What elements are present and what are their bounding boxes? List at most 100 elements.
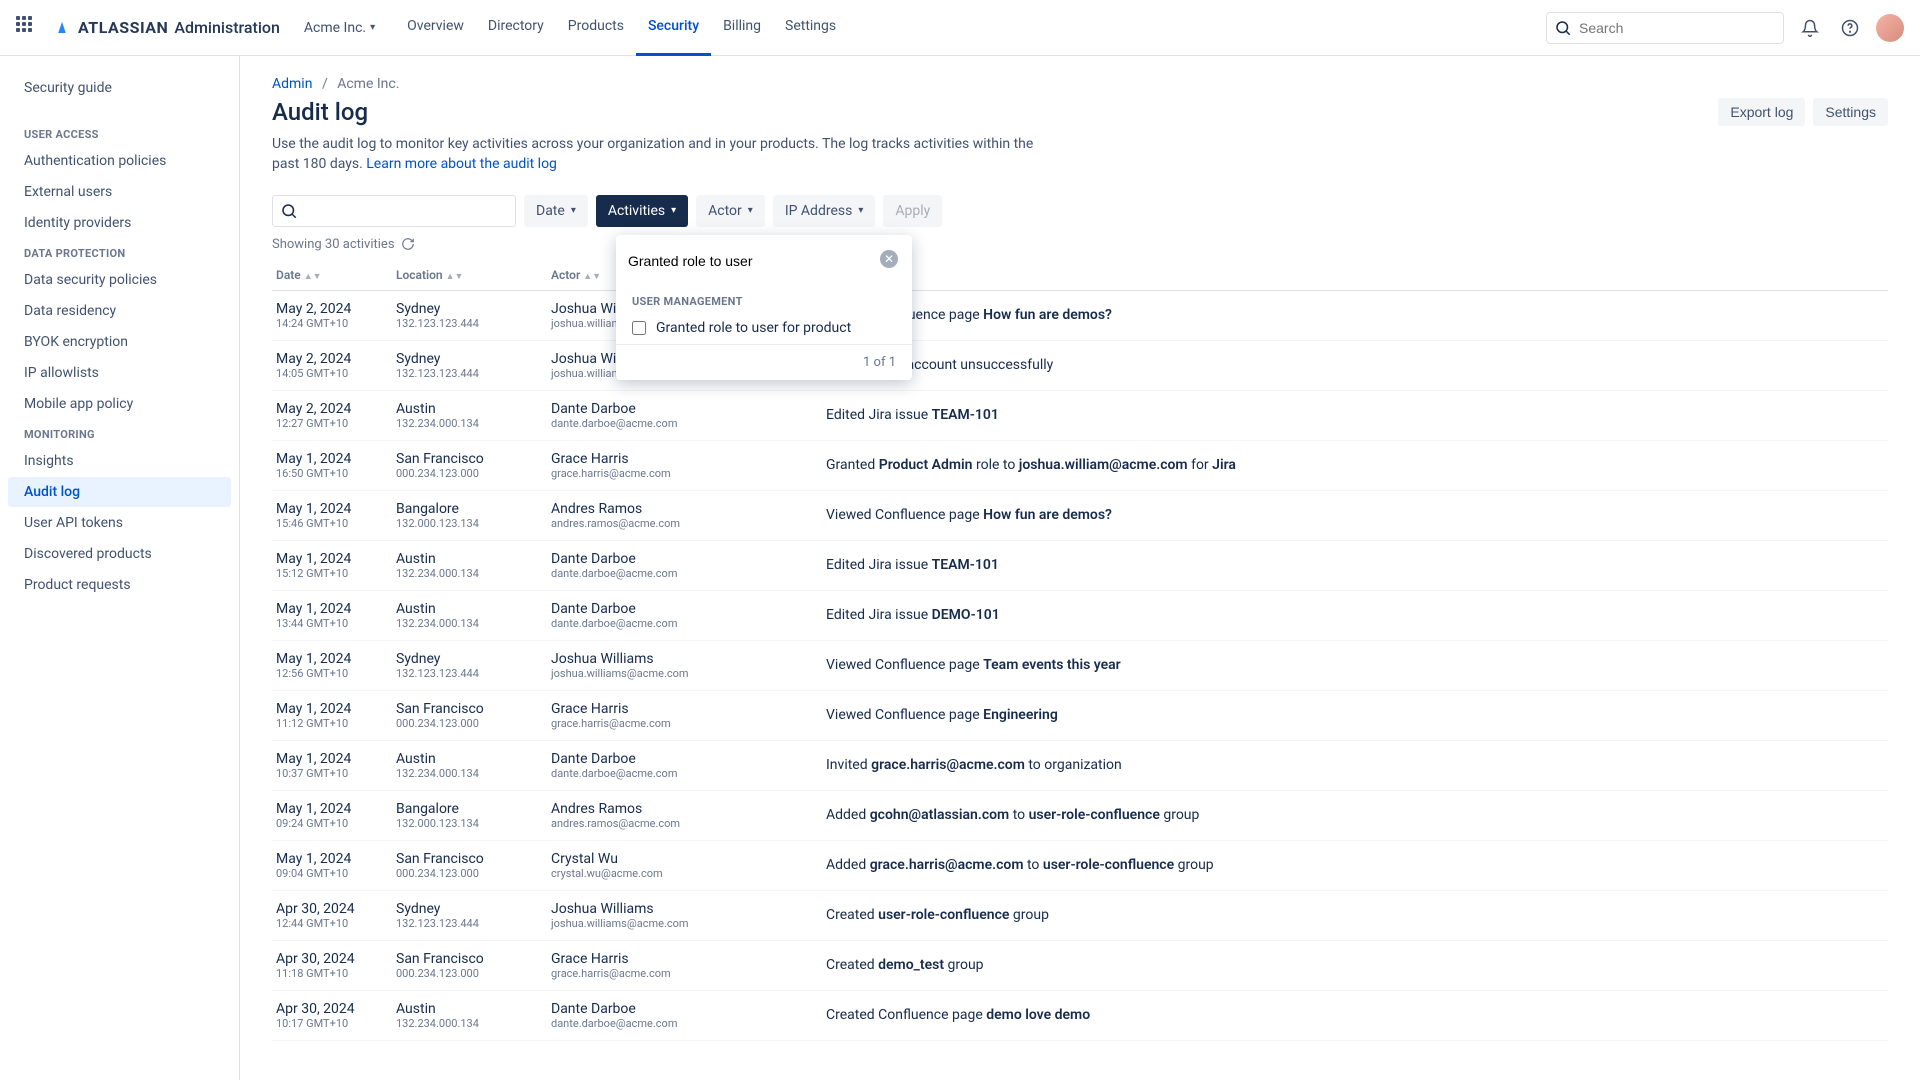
topnav-tab-products[interactable]: Products bbox=[556, 0, 636, 56]
breadcrumb-sep: / bbox=[322, 76, 328, 92]
sidebar-item-data-security-policies[interactable]: Data security policies bbox=[8, 265, 231, 295]
topnav-tab-directory[interactable]: Directory bbox=[476, 0, 556, 56]
settings-button[interactable]: Settings bbox=[1813, 98, 1888, 126]
sidebar-item-discovered-products[interactable]: Discovered products bbox=[8, 539, 231, 569]
table-row: May 1, 202409:24 GMT+10Bangalore132.000.… bbox=[272, 791, 1888, 841]
sidebar-item-mobile-app-policy[interactable]: Mobile app policy bbox=[8, 389, 231, 419]
results-label: Showing 30 activities bbox=[272, 237, 1888, 252]
filter-date[interactable]: Date▾ bbox=[524, 195, 588, 227]
activity-cell: Added grace.harris@acme.com to user-role… bbox=[826, 857, 1884, 873]
sidebar-item-product-requests[interactable]: Product requests bbox=[8, 570, 231, 600]
refresh-icon[interactable] bbox=[401, 237, 415, 251]
table-row: Apr 30, 202410:17 GMT+10Austin132.234.00… bbox=[272, 991, 1888, 1041]
sidebar-section: MONITORING bbox=[8, 420, 231, 445]
activity-cell: Added gcohn@atlassian.com to user-role-c… bbox=[826, 807, 1884, 823]
table-row: Apr 30, 202411:18 GMT+10San Francisco000… bbox=[272, 941, 1888, 991]
activity-cell: Viewed Confluence page How fun are demos… bbox=[826, 307, 1884, 323]
table-row: May 2, 202414:05 GMT+10Sydney132.123.123… bbox=[272, 341, 1888, 391]
topnav-tabs: OverviewDirectoryProductsSecurityBilling… bbox=[395, 0, 848, 56]
activity-cell: Viewed Confluence page How fun are demos… bbox=[826, 507, 1884, 523]
sidebar-section: DATA PROTECTION bbox=[8, 239, 231, 264]
chevron-down-icon: ▾ bbox=[671, 205, 676, 216]
sidebar-item-insights[interactable]: Insights bbox=[8, 446, 231, 476]
main-content: Admin / Acme Inc. Audit log Export log S… bbox=[240, 56, 1920, 1080]
search-icon bbox=[280, 202, 298, 224]
activities-filter-input[interactable] bbox=[628, 245, 900, 277]
table-row: May 1, 202409:04 GMT+10San Francisco000.… bbox=[272, 841, 1888, 891]
table-row: May 1, 202416:50 GMT+10San Francisco000.… bbox=[272, 441, 1888, 491]
learn-more-link[interactable]: Learn more about the audit log bbox=[366, 156, 557, 172]
topnav-tab-security[interactable]: Security bbox=[636, 0, 711, 56]
sidebar-item-byok-encryption[interactable]: BYOK encryption bbox=[8, 327, 231, 357]
chevron-down-icon: ▾ bbox=[748, 205, 753, 216]
activity-cell: Edited Jira issue DEMO-101 bbox=[826, 607, 1884, 623]
export-log-button[interactable]: Export log bbox=[1718, 98, 1805, 126]
topnav-search bbox=[1546, 12, 1784, 44]
activity-cell: Created Confluence page demo love demo bbox=[826, 1007, 1884, 1023]
table-row: May 2, 202412:27 GMT+10Austin132.234.000… bbox=[272, 391, 1888, 441]
activity-cell: Edited Jira issue TEAM-101 bbox=[826, 407, 1884, 423]
chevron-down-icon: ▾ bbox=[571, 205, 576, 216]
app-switcher-icon[interactable] bbox=[16, 16, 40, 40]
sidebar-item-security-guide[interactable]: Security guide bbox=[8, 72, 231, 104]
activities-dropdown: ✕ USER MANAGEMENT Granted role to user f… bbox=[616, 235, 912, 380]
org-switcher[interactable]: Acme Inc. ▾ bbox=[304, 20, 375, 36]
col-location[interactable]: Location▲▼ bbox=[396, 268, 551, 282]
activity-cell: Viewed Confluence page Team events this … bbox=[826, 657, 1884, 673]
sidebar-item-authentication-policies[interactable]: Authentication policies bbox=[8, 146, 231, 176]
filter-activities[interactable]: Activities▾ bbox=[596, 195, 688, 227]
sidebar-item-data-residency[interactable]: Data residency bbox=[8, 296, 231, 326]
dropdown-option[interactable]: Granted role to user for product bbox=[616, 312, 912, 344]
activity-cell: Created user-role-confluence group bbox=[826, 907, 1884, 923]
org-name: Acme Inc. bbox=[304, 20, 366, 36]
notifications-icon[interactable] bbox=[1796, 14, 1824, 42]
activity-cell: Logged in to account unsuccessfully bbox=[826, 357, 1884, 373]
table-row: May 1, 202415:46 GMT+10Bangalore132.000.… bbox=[272, 491, 1888, 541]
table-row: May 2, 202414:24 GMT+10Sydney132.123.123… bbox=[272, 291, 1888, 341]
topnav-tab-overview[interactable]: Overview bbox=[395, 0, 476, 56]
brand-atlassian: ATLASSIAN bbox=[78, 18, 168, 37]
sidebar-item-ip-allowlists[interactable]: IP allowlists bbox=[8, 358, 231, 388]
sidebar-item-audit-log[interactable]: Audit log bbox=[8, 477, 231, 507]
dropdown-footer: 1 of 1 bbox=[616, 344, 912, 380]
breadcrumb-admin[interactable]: Admin bbox=[272, 76, 312, 92]
audit-log-table: Date▲▼ Location▲▼ Actor▲▼ Activity May 2… bbox=[272, 260, 1888, 1041]
table-row: May 1, 202413:44 GMT+10Austin132.234.000… bbox=[272, 591, 1888, 641]
clear-icon[interactable]: ✕ bbox=[880, 250, 898, 268]
table-header: Date▲▼ Location▲▼ Actor▲▼ Activity bbox=[272, 260, 1888, 291]
search-icon bbox=[1554, 19, 1572, 41]
topnav-tab-settings[interactable]: Settings bbox=[773, 0, 848, 56]
global-search-input[interactable] bbox=[1546, 12, 1784, 44]
activity-cell: Viewed Confluence page Engineering bbox=[826, 707, 1884, 723]
filter-search-input[interactable] bbox=[272, 195, 516, 227]
table-row: May 1, 202412:56 GMT+10Sydney132.123.123… bbox=[272, 641, 1888, 691]
col-activity: Activity bbox=[826, 268, 1884, 282]
help-icon[interactable] bbox=[1836, 14, 1864, 42]
activity-cell: Created demo_test group bbox=[826, 957, 1884, 973]
activity-cell: Granted Product Admin role to joshua.wil… bbox=[826, 457, 1884, 473]
chevron-down-icon: ▾ bbox=[370, 22, 375, 33]
col-date[interactable]: Date▲▼ bbox=[276, 268, 396, 282]
option-checkbox[interactable] bbox=[632, 321, 646, 335]
filter-apply[interactable]: Apply bbox=[883, 195, 942, 227]
filter-ip[interactable]: IP Address▾ bbox=[773, 195, 876, 227]
filter-actor[interactable]: Actor▾ bbox=[696, 195, 765, 227]
activity-cell: Edited Jira issue TEAM-101 bbox=[826, 557, 1884, 573]
sidebar-item-identity-providers[interactable]: Identity providers bbox=[8, 208, 231, 238]
avatar[interactable] bbox=[1876, 14, 1904, 42]
filter-bar: Date▾ Activities▾ Actor▾ IP Address▾ App… bbox=[272, 195, 1888, 227]
filter-search bbox=[272, 195, 516, 227]
sidebar-section: USER ACCESS bbox=[8, 120, 231, 145]
brand[interactable]: ATLASSIAN Administration bbox=[52, 18, 280, 38]
breadcrumb: Admin / Acme Inc. bbox=[272, 76, 1888, 92]
activity-cell: Invited grace.harris@acme.com to organiz… bbox=[826, 757, 1884, 773]
sidebar: Security guide USER ACCESSAuthentication… bbox=[0, 56, 240, 1080]
page-title: Audit log bbox=[272, 98, 368, 126]
table-row: May 1, 202415:12 GMT+10Austin132.234.000… bbox=[272, 541, 1888, 591]
option-label: Granted role to user for product bbox=[656, 320, 851, 336]
topnav-tab-billing[interactable]: Billing bbox=[711, 0, 773, 56]
sidebar-item-user-api-tokens[interactable]: User API tokens bbox=[8, 508, 231, 538]
dropdown-section-header: USER MANAGEMENT bbox=[616, 287, 912, 312]
sidebar-item-external-users[interactable]: External users bbox=[8, 177, 231, 207]
table-row: May 1, 202411:12 GMT+10San Francisco000.… bbox=[272, 691, 1888, 741]
